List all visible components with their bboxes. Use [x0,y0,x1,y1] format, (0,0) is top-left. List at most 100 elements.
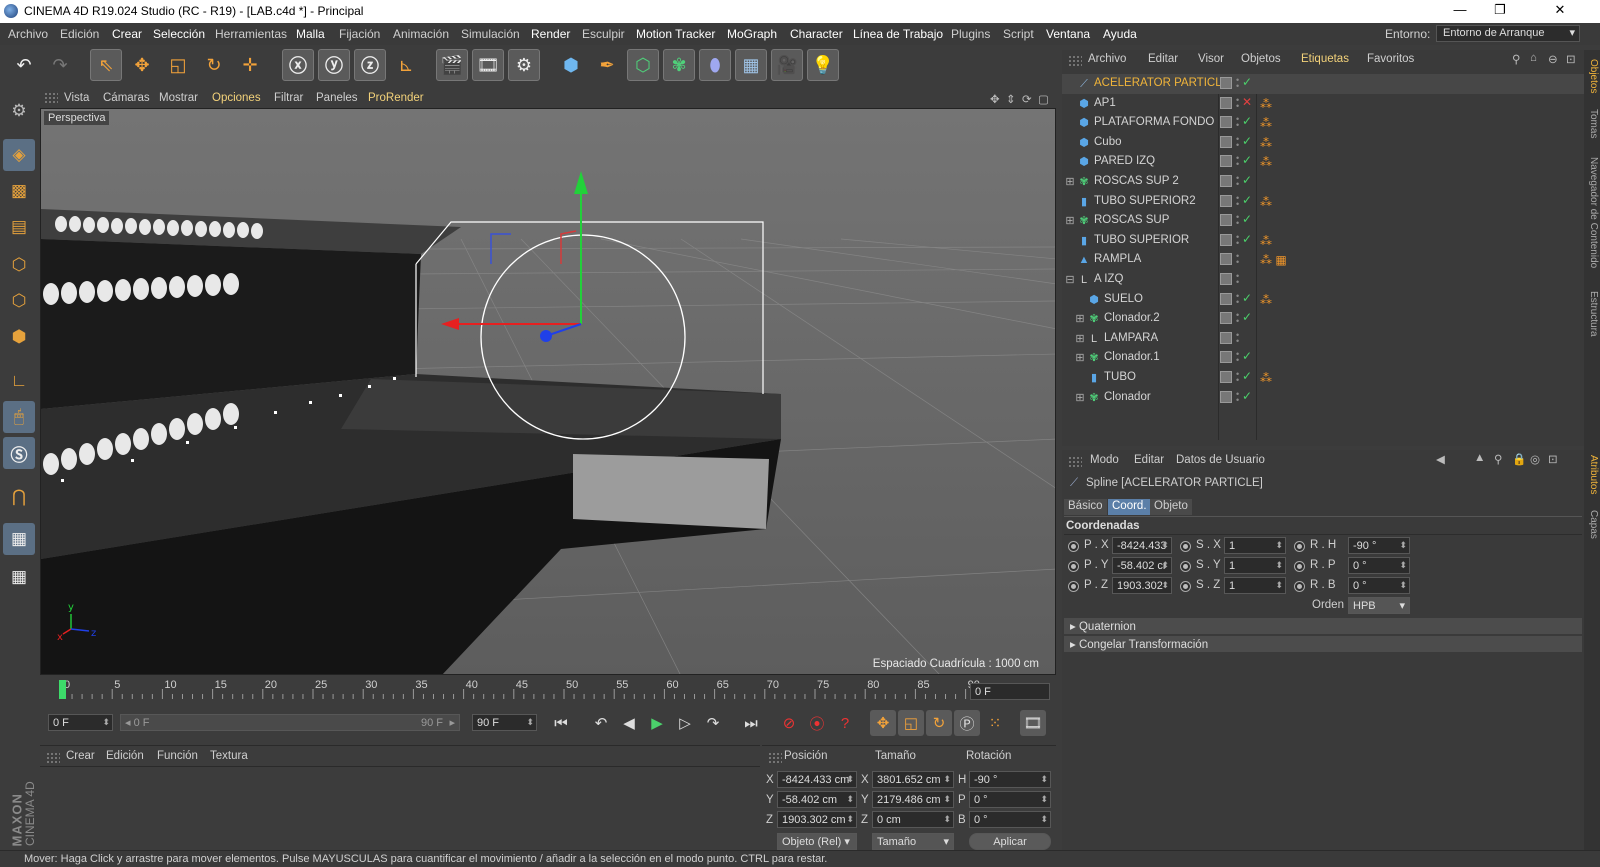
object-row[interactable]: ⊞ ✾ Clonador.1 • • ✓ [1062,348,1584,368]
viewport-3d[interactable]: y x z Perspectiva Espaciado Cuadrícula :… [40,108,1056,675]
object-row[interactable]: ⬢ PLATAFORMA FONDO • • ✓ ⁂ [1062,113,1584,133]
minimize-button[interactable]: — [1440,2,1480,21]
menu-script[interactable]: Script [1003,27,1034,41]
material-menu-funcion[interactable]: Función [157,750,198,762]
order-select[interactable]: HPB ▾ [1348,597,1410,614]
menu-ayuda[interactable]: Ayuda [1103,27,1137,41]
pan-view-icon[interactable]: ✥ [990,92,1000,106]
om-menu-archivo[interactable]: Archivo [1088,53,1126,65]
axis-mode-icon[interactable]: ∟ [3,365,35,397]
polygons-mode-icon[interactable]: ⬢ [3,321,35,353]
anim-key-r-h[interactable] [1294,541,1305,552]
key-position-icon[interactable]: ✥ [870,710,896,736]
viewport-menu-opciones[interactable]: Opciones [212,92,261,104]
viewport-menu-filtrar[interactable]: Filtrar [274,92,303,104]
expand-toggle-icon[interactable]: ⊞ [1064,176,1076,188]
anim-key-p-z[interactable] [1068,581,1079,592]
enabled-check-icon[interactable]: ✓ [1242,193,1252,207]
expand-toggle-icon[interactable]: ⊟ [1064,274,1076,286]
object-row[interactable]: ⬢ Cubo • • ✓ ⁂ [1062,133,1584,153]
record-keys-icon[interactable]: ⊘ [776,710,802,736]
make-editable-icon[interactable]: ⚙ [3,95,35,127]
apply-button[interactable]: Aplicar [969,833,1051,850]
menu-ventana[interactable]: Ventana [1046,27,1090,41]
tab-capas[interactable]: Capas [1585,506,1599,542]
am-menu-editar[interactable]: Editar [1134,454,1164,466]
om-menu-editar[interactable]: Editar [1148,53,1178,65]
layer-swatch[interactable] [1220,194,1232,207]
enabled-check-icon[interactable]: ✓ [1242,291,1252,305]
autokey-icon[interactable]: ⦿ [804,710,830,736]
render-settings-icon[interactable]: ⚙ [508,49,540,81]
menu-motion-tracker[interactable]: Motion Tracker [636,27,715,41]
anim-key-r-p[interactable] [1294,561,1305,572]
tab-atributos[interactable]: Atributos [1585,450,1599,500]
key-rotation-icon[interactable]: ↻ [926,710,952,736]
object-row[interactable]: ⊞ ✾ Clonador.2 • • ✓ [1062,309,1584,329]
last-tool-icon[interactable]: ✛ [234,49,266,81]
keyframe-selection-icon[interactable]: ? [832,710,858,736]
object-row[interactable]: ⬢ PARED IZQ • • ✓ ⁂ [1062,152,1584,172]
object-row[interactable]: ⟋ ACELERATOR PARTICLE • • ✓ [1062,74,1584,94]
object-name[interactable]: RAMPLA [1094,253,1141,265]
move-icon[interactable]: ✥ [126,49,158,81]
menu-character[interactable]: Character [790,27,843,41]
object-row[interactable]: ▲ RAMPLA • • ⁂ ▦ [1062,250,1584,270]
om-menu-visor[interactable]: Visor [1198,53,1224,65]
next-frame-icon[interactable]: ▷ [672,710,698,736]
next-key-icon[interactable]: ↷ [700,710,726,736]
key-scale-icon[interactable]: ◱ [898,710,924,736]
menu-esculpir[interactable]: Esculpir [582,27,625,41]
object-name[interactable]: TUBO [1104,371,1136,383]
new-view-icon[interactable]: ⊡ [1566,52,1576,66]
enabled-check-icon[interactable]: ✓ [1242,173,1252,187]
frame-range-slider[interactable]: ◂ 0 F 90 F ▸ [120,714,460,731]
menu-animacion[interactable]: Animación [393,27,449,41]
object-name[interactable]: Cubo [1094,136,1122,148]
layer-swatch[interactable] [1220,351,1232,364]
maximize-view-icon[interactable]: ▢ [1038,92,1049,106]
material-menu-textura[interactable]: Textura [210,750,248,762]
lock-icon[interactable]: 🔒 [1512,452,1526,466]
layer-swatch[interactable] [1220,155,1232,168]
menu-linea-de-trabajo[interactable]: Línea de Trabajo [853,27,943,41]
layer-swatch[interactable] [1220,214,1232,227]
visibility-dots-icon[interactable]: • • [1236,193,1239,208]
rotate-view-icon[interactable]: ⟳ [1022,92,1032,106]
live-selection-icon[interactable]: ⇖ [90,49,122,81]
x-axis-icon[interactable]: ⓧ [282,49,314,81]
viewport-menu-mostrar[interactable]: Mostrar [159,92,198,104]
tab-tomas[interactable]: Tomas [1585,104,1599,144]
key-pla-icon[interactable]: ⁙ [982,710,1008,736]
play-icon[interactable]: ▶ [644,710,670,736]
render-view-icon[interactable]: 🎬 [436,49,468,81]
material-tag-icon[interactable]: ⁂ [1260,136,1272,150]
field-s-y[interactable]: 1 [1224,557,1286,574]
enabled-check-icon[interactable]: ✓ [1242,369,1252,383]
attr-tab-coord[interactable]: Coord. [1108,499,1151,515]
coord-rot-b-field[interactable]: 0 ° [969,811,1051,828]
camera-icon[interactable]: 🎥 [771,49,803,81]
coord-pos-y-field[interactable]: -58.402 cm [777,791,857,808]
object-name[interactable]: AP1 [1094,97,1116,109]
workplane-mode-icon[interactable]: ▤ [3,211,35,243]
object-name[interactable]: ROSCAS SUP 2 [1094,175,1179,187]
visibility-dots-icon[interactable]: • • [1236,252,1239,267]
disabled-x-icon[interactable]: ✕ [1242,95,1252,109]
workplane-icon[interactable]: ▦ [3,523,35,555]
visibility-dots-icon[interactable]: • • [1236,370,1239,385]
close-button[interactable]: ✕ [1540,2,1580,21]
enabled-check-icon[interactable]: ✓ [1242,114,1252,128]
section-congelar-transformacion[interactable]: ▸ Congelar Transformación [1064,636,1582,652]
light-icon[interactable]: 💡 [807,49,839,81]
enabled-check-icon[interactable]: ✓ [1242,75,1252,89]
expand-toggle-icon[interactable]: ⊞ [1074,392,1086,404]
subdivision-icon[interactable]: ⬡ [627,49,659,81]
layer-swatch[interactable] [1220,371,1232,383]
layer-swatch[interactable] [1220,77,1232,89]
previous-frame-icon[interactable]: ◀ [616,710,642,736]
object-row[interactable]: ⊞ ✾ ROSCAS SUP 2 • • ✓ [1062,172,1584,192]
object-row[interactable]: ⬢ SUELO • • ✓ ⁂ [1062,290,1584,310]
enabled-check-icon[interactable]: ✓ [1242,232,1252,246]
viewport-menu-vista[interactable]: Vista [64,92,89,104]
